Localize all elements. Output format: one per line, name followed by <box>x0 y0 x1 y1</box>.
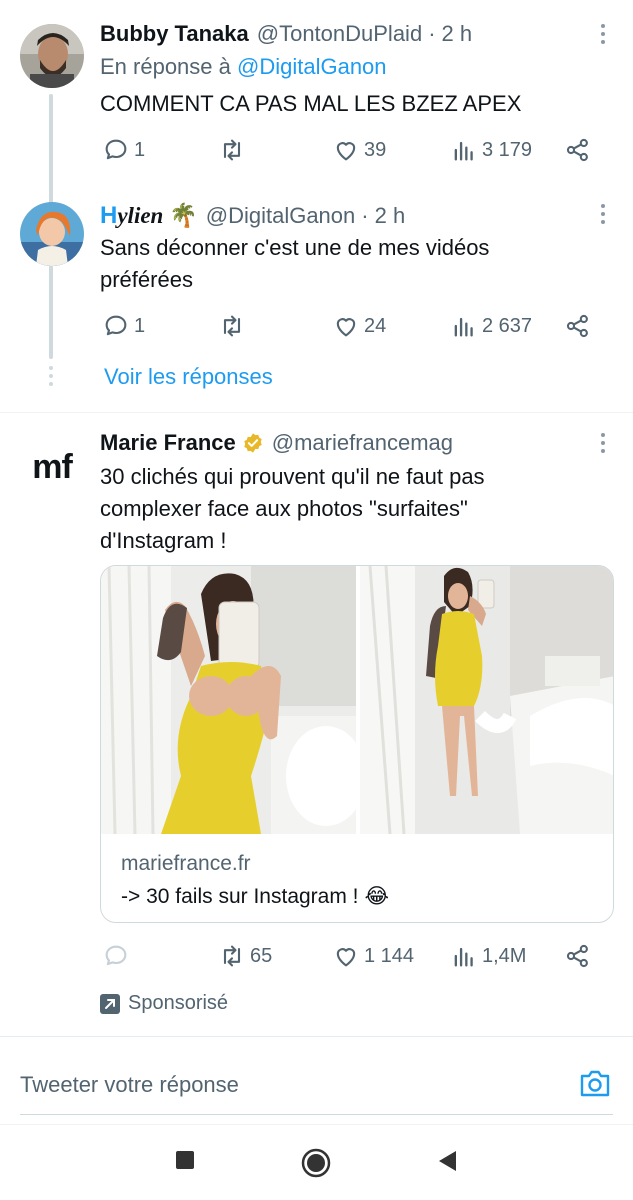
back-icon[interactable] <box>436 1149 458 1173</box>
reply-count: 1 <box>134 138 146 161</box>
share-button[interactable] <box>564 136 592 164</box>
home-icon[interactable] <box>300 1147 332 1179</box>
reply-icon <box>105 945 127 966</box>
avatar[interactable] <box>20 24 84 88</box>
like-count: 24 <box>364 314 387 337</box>
thread-dots <box>49 366 53 386</box>
name-emoji: 🌴 <box>169 203 198 228</box>
views-count: 2 637 <box>482 314 533 337</box>
tweet-header: Bubby Tanaka @TontonDuPlaid · 2 h <box>100 20 593 48</box>
reply-input[interactable]: Tweeter votre réponse <box>20 1072 239 1098</box>
sponsored-text: Sponsorisé <box>128 992 229 1014</box>
tweet-text: 30 clichés qui prouvent qu'il ne faut pa… <box>100 464 485 553</box>
retweet-button[interactable] <box>218 312 250 340</box>
card-title-text: -> 30 fails sur Instagram ! <box>121 884 359 908</box>
reply-icon <box>105 139 127 160</box>
avatar[interactable] <box>20 202 84 266</box>
laughing-emoji: 😂 <box>364 885 390 908</box>
sponsored-label[interactable]: Sponsorisé <box>100 992 228 1015</box>
tweet-header: Marie France @mariefrancemag <box>100 429 593 457</box>
retweet-count: 65 <box>250 944 273 967</box>
tweet-bubby[interactable]: Bubby Tanaka @TontonDuPlaid · 2 h En rép… <box>0 0 633 359</box>
avatar[interactable]: mf <box>20 435 84 499</box>
like-button[interactable]: 1 144 <box>332 942 414 970</box>
tweet-hylien[interactable]: Hylien 🌴 @DigitalGanon · 2 h Sans déconn… <box>0 190 633 360</box>
camera-icon[interactable] <box>579 1068 611 1098</box>
tweet-text: COMMENT CA PAS MAL LES BZEZ APEX <box>100 91 522 116</box>
tweet-actions: 65 1 144 1,4M <box>100 942 600 972</box>
heart-icon <box>336 142 356 161</box>
reply-underline <box>20 1114 613 1115</box>
card-title: -> 30 fails sur Instagram ! 😂 <box>121 884 389 909</box>
tweet-actions: 1 24 2 637 <box>100 312 600 342</box>
divider <box>0 1036 633 1037</box>
reply-count: 1 <box>134 314 146 337</box>
reply-prefix: En réponse à <box>100 54 231 79</box>
retweet-icon <box>223 139 241 161</box>
display-name[interactable]: Marie France <box>100 430 236 456</box>
reply-context: En réponse à @DigitalGanon <box>100 54 387 80</box>
username[interactable]: @mariefrancemag <box>272 430 453 456</box>
separator-dot: · <box>361 203 369 228</box>
share-button[interactable] <box>564 942 592 970</box>
name-rest: ylien <box>117 203 164 228</box>
like-button[interactable]: 39 <box>332 136 386 164</box>
retweet-icon <box>223 315 241 337</box>
views-count: 3 179 <box>482 138 533 161</box>
more-options-icon[interactable] <box>601 24 607 44</box>
share-icon <box>566 944 588 968</box>
system-nav-bar <box>0 1124 633 1200</box>
views-count: 1,4M <box>482 944 527 967</box>
retweet-button[interactable] <box>218 136 250 164</box>
verified-badge-icon <box>244 433 262 453</box>
views-icon <box>454 947 473 967</box>
more-options-icon[interactable] <box>601 433 607 453</box>
like-count: 1 144 <box>364 944 415 967</box>
more-options-icon[interactable] <box>601 204 607 224</box>
card-domain: mariefrance.fr <box>121 852 251 875</box>
reply-button[interactable]: 1 <box>102 136 145 164</box>
views-icon <box>454 141 473 161</box>
views-icon <box>454 317 473 337</box>
reply-button[interactable]: 1 <box>102 312 145 340</box>
share-button[interactable] <box>564 312 592 340</box>
promoted-icon <box>100 993 120 1014</box>
card-image-right <box>360 566 613 834</box>
reply-composer[interactable]: Tweeter votre réponse <box>0 1042 633 1122</box>
retweet-icon <box>223 945 241 967</box>
retweet-button[interactable]: 65 <box>218 942 272 970</box>
tweet-actions: 1 39 3 179 <box>100 136 600 166</box>
share-icon <box>566 138 588 162</box>
recents-icon[interactable] <box>174 1149 196 1171</box>
views-button[interactable]: 2 637 <box>450 312 532 340</box>
separator-dot: · <box>428 21 436 46</box>
heart-icon <box>336 318 356 337</box>
reply-mention-link[interactable]: @DigitalGanon <box>237 54 387 79</box>
tweet-header: Hylien 🌴 @DigitalGanon · 2 h <box>100 202 593 230</box>
like-button[interactable]: 24 <box>332 312 386 340</box>
reply-button[interactable] <box>102 942 134 970</box>
link-card[interactable]: mariefrance.fr -> 30 fails sur Instagram… <box>100 565 614 923</box>
heart-icon <box>336 948 356 967</box>
card-image-left <box>101 566 356 834</box>
share-icon <box>566 314 588 338</box>
views-button[interactable]: 1,4M <box>450 942 526 970</box>
views-button[interactable]: 3 179 <box>450 136 532 164</box>
display-name[interactable]: Bubby Tanaka <box>100 21 249 47</box>
username[interactable]: @TontonDuPlaid <box>257 21 422 47</box>
reply-icon <box>105 315 127 336</box>
username[interactable]: @DigitalGanon <box>206 203 356 229</box>
tweet-text: Sans déconner c'est une de mes vidéos pr… <box>100 235 490 292</box>
see-replies-link[interactable]: Voir les réponses <box>104 364 273 390</box>
timestamp[interactable]: 2 h <box>442 21 473 47</box>
like-count: 39 <box>364 138 387 161</box>
timestamp[interactable]: 2 h <box>375 203 406 229</box>
name-initial: H <box>100 202 118 229</box>
display-name[interactable]: Hylien 🌴 <box>100 202 198 230</box>
